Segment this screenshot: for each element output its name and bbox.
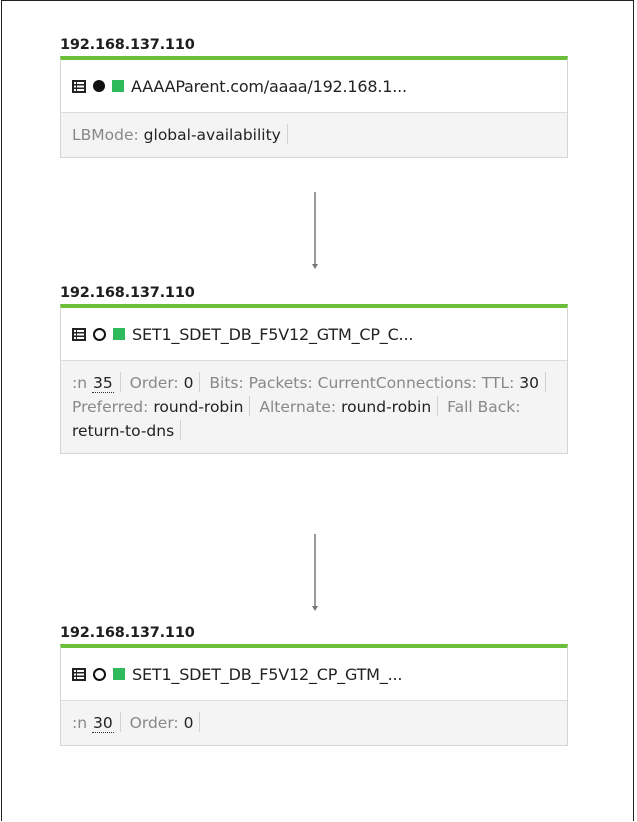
- list-icon[interactable]: [72, 667, 86, 681]
- node-2: 192.168.137.110 SET1_SDET_DB_F5V12_GTM_C…: [60, 282, 568, 454]
- node-ip-label: 192.168.137.110: [60, 285, 195, 301]
- order-label: Order:: [129, 714, 179, 732]
- connector-arrow: [312, 192, 318, 269]
- node-header[interactable]: SET1_SDET_DB_F5V12_GTM_CP_C...: [61, 308, 567, 360]
- order-value: 0: [183, 374, 194, 392]
- bits-label: Bits:: [209, 374, 244, 392]
- node-card[interactable]: AAAAParent.com/aaaa/192.168.1... LBMode:…: [60, 56, 568, 158]
- status-dot-empty-icon: [93, 327, 106, 341]
- n-value[interactable]: 30: [91, 714, 114, 733]
- separator: [544, 372, 546, 392]
- node-header[interactable]: AAAAParent.com/aaaa/192.168.1...: [61, 60, 567, 112]
- alternate-label: Alternate:: [259, 398, 337, 416]
- separator: [249, 396, 251, 416]
- node-header[interactable]: SET1_SDET_DB_F5V12_CP_GTM_...: [61, 648, 567, 700]
- n-label: :n: [72, 374, 88, 392]
- status-dot-empty-icon: [93, 667, 106, 681]
- packets-label: Packets:: [248, 374, 313, 392]
- current-connections-label: CurrentConnections:: [317, 374, 477, 392]
- node-name[interactable]: SET1_SDET_DB_F5V12_CP_GTM_...: [132, 665, 402, 684]
- node-properties: :n 30 Order: 0: [61, 700, 567, 745]
- list-icon[interactable]: [72, 79, 86, 93]
- separator: [199, 712, 201, 732]
- fallback-value: return-to-dns: [72, 422, 175, 440]
- alternate-value: round-robin: [341, 398, 432, 416]
- node-card[interactable]: SET1_SDET_DB_F5V12_CP_GTM_... :n 30 Orde…: [60, 644, 568, 746]
- preferred-label: Preferred:: [72, 398, 149, 416]
- node-name[interactable]: SET1_SDET_DB_F5V12_GTM_CP_C...: [132, 325, 413, 344]
- preferred-value: round-robin: [153, 398, 244, 416]
- n-value[interactable]: 35: [91, 374, 114, 393]
- separator: [437, 396, 439, 416]
- separator: [180, 420, 182, 440]
- node-properties: LBMode: global-availability: [61, 112, 567, 157]
- ttl-label: TTL:: [481, 374, 515, 392]
- node-1: 192.168.137.110 AAAAParent.com/aaaa/192.…: [60, 34, 568, 158]
- lbmode-label: LBMode:: [72, 126, 139, 144]
- list-icon[interactable]: [72, 327, 86, 341]
- lbmode-value: global-availability: [143, 126, 281, 144]
- separator: [286, 124, 288, 144]
- separator: [119, 372, 121, 392]
- connector-arrow: [312, 534, 318, 611]
- fallback-label: Fall Back:: [447, 398, 521, 416]
- status-square-icon: [113, 328, 125, 340]
- status-square-icon: [113, 668, 125, 680]
- status-square-icon: [112, 80, 124, 92]
- order-value: 0: [183, 714, 194, 732]
- node-card[interactable]: SET1_SDET_DB_F5V12_GTM_CP_C... :n 35 Ord…: [60, 304, 568, 454]
- node-properties: :n 35 Order: 0 Bits: Packets: CurrentCon…: [61, 360, 567, 453]
- node-name[interactable]: AAAAParent.com/aaaa/192.168.1...: [131, 77, 407, 96]
- node-ip-label: 192.168.137.110: [60, 625, 195, 641]
- node-3: 192.168.137.110 SET1_SDET_DB_F5V12_CP_GT…: [60, 622, 568, 746]
- separator: [199, 372, 201, 392]
- order-label: Order:: [129, 374, 179, 392]
- n-label: :n: [72, 714, 88, 732]
- node-ip-label: 192.168.137.110: [60, 37, 195, 53]
- ttl-value: 30: [519, 374, 539, 392]
- status-dot-filled-icon: [93, 80, 105, 92]
- separator: [119, 712, 121, 732]
